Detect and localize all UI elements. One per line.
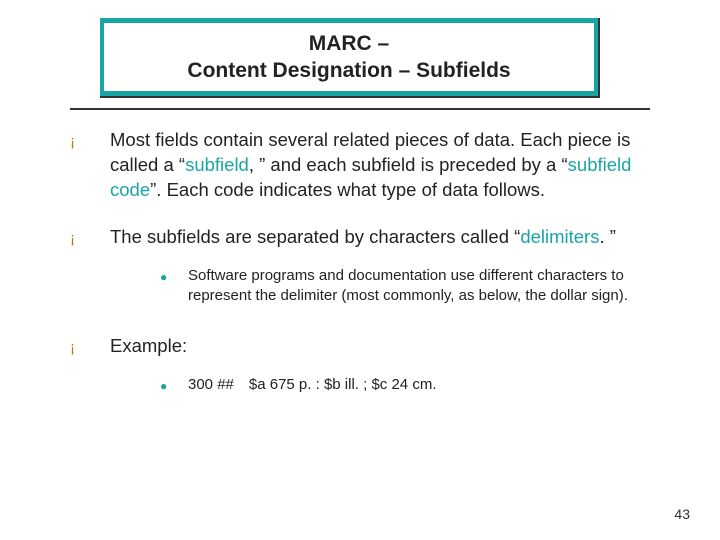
bullet-text: The subfields are separated by character… <box>110 225 660 312</box>
bullet-item: ¡Most fields contain several related pie… <box>70 128 660 203</box>
horizontal-rule <box>70 108 650 110</box>
sub-bullet-text: 300 ## $a 675 p. : $b ill. ; $c 24 cm. <box>188 375 660 395</box>
sub-bullet-item: ●Software programs and documentation use… <box>160 266 660 307</box>
bullet-mark-icon: ¡ <box>70 225 110 249</box>
sub-bullet-mark-icon: ● <box>160 375 188 394</box>
page-number: 43 <box>674 506 690 522</box>
sub-bullet-text: Software programs and documentation use … <box>188 266 660 307</box>
bullet-item: ¡Example: ●300 ## $a 675 p. : $b ill. ; $… <box>70 334 660 401</box>
title-box: MARC – Content Designation – Subfields <box>100 18 600 98</box>
text-span: ”. Each code indicates what type of data… <box>150 179 545 200</box>
bullet-text: Example: ●300 ## $a 675 p. : $b ill. ; $c… <box>110 334 660 401</box>
text-span: , ” and each subfield is preceded by a “ <box>249 154 568 175</box>
bullet-item: ¡The subfields are separated by characte… <box>70 225 660 312</box>
title-line-2: Content Designation – Subfields <box>187 57 510 84</box>
bullet-mark-icon: ¡ <box>70 334 110 358</box>
sub-bullet-item: ●300 ## $a 675 p. : $b ill. ; $c 24 cm. <box>160 375 660 395</box>
text-span: Example: <box>110 335 187 356</box>
keyword-text: delimiters <box>520 226 599 247</box>
bullet-text: Most fields contain several related piec… <box>110 128 660 203</box>
title-line-1: MARC – <box>309 30 390 57</box>
sub-bullet-mark-icon: ● <box>160 266 188 285</box>
bullet-mark-icon: ¡ <box>70 128 110 152</box>
text-span: The subfields are separated by character… <box>110 226 520 247</box>
slide-title: MARC – Content Designation – Subfields <box>104 23 594 91</box>
keyword-text: subfield <box>185 154 249 175</box>
text-span: . ” <box>599 226 615 247</box>
slide-body: ¡Most fields contain several related pie… <box>70 128 660 424</box>
